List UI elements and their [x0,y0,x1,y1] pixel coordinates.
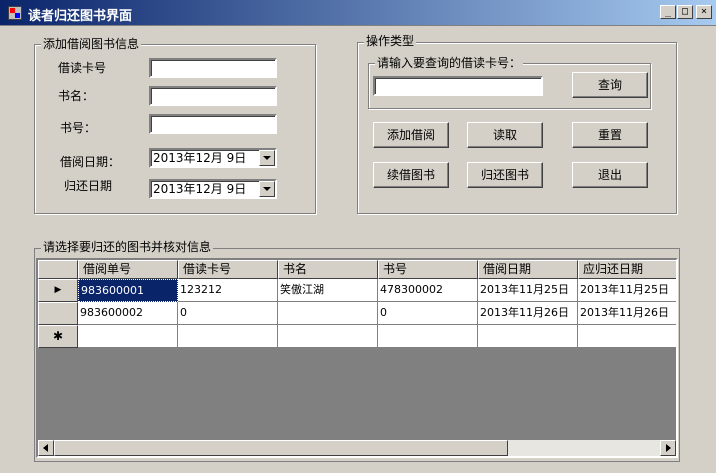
return-date-value: 2013年12月 9日 [153,182,247,196]
read-button[interactable]: 读取 [467,122,543,148]
table-cell[interactable]: 0 [178,302,278,325]
table-cell[interactable] [278,325,378,348]
borrow-date-picker[interactable]: 2013年12月 9日 [149,148,277,168]
table-cell[interactable] [378,325,478,348]
table-row[interactable]: 983600002 0 0 2013年11月26日 2013年11月26日 [38,302,676,325]
table-cell[interactable]: 0 [378,302,478,325]
grid-group-title: 请选择要归还的图书并核对信息 [41,240,214,254]
table-cell[interactable] [478,325,578,348]
table-cell[interactable]: 983600001 [78,279,178,302]
column-header[interactable]: 应归还日期 [578,260,676,279]
reset-button[interactable]: 重置 [572,122,648,148]
grid-corner-header[interactable] [38,260,78,279]
query-card-input[interactable] [373,76,543,96]
column-header[interactable]: 书号 [378,260,478,279]
table-cell[interactable]: 123212 [178,279,278,302]
row-header[interactable] [38,302,78,325]
column-header[interactable]: 借读卡号 [178,260,278,279]
column-header[interactable]: 借阅日期 [478,260,578,279]
new-table-row[interactable]: ✱ [38,325,676,348]
borrow-records-grid[interactable]: 借阅单号 借读卡号 书名 书号 借阅日期 应归还日期 ▶ 983600001 1… [36,258,678,458]
book-name-input[interactable] [149,86,277,106]
horizontal-scrollbar[interactable] [38,440,676,456]
card-number-label: 借读卡号 [58,61,107,75]
table-cell[interactable]: 2013年11月25日 [478,279,578,302]
table-cell[interactable]: 2013年11月26日 [578,302,676,325]
minimize-button[interactable]: _ [660,5,676,19]
borrow-date-label: 借阅日期： [60,155,121,169]
table-cell[interactable]: 478300002 [378,279,478,302]
new-row-indicator[interactable]: ✱ [38,325,78,348]
renew-book-button[interactable]: 续借图书 [373,162,449,188]
column-header[interactable]: 借阅单号 [78,260,178,279]
table-cell[interactable] [78,325,178,348]
app-icon[interactable] [8,6,22,20]
query-button[interactable]: 查询 [572,72,648,98]
title-bar: 读者归还图书界面 _ □ × [0,0,716,26]
table-cell[interactable]: 2013年11月26日 [478,302,578,325]
chevron-right-icon[interactable] [660,440,676,456]
return-book-button[interactable]: 归还图书 [467,162,543,188]
scrollbar-thumb[interactable] [54,440,508,456]
column-header[interactable]: 书名 [278,260,378,279]
grid-header-row: 借阅单号 借读卡号 书名 书号 借阅日期 应归还日期 [38,260,676,279]
chevron-left-icon[interactable] [38,440,54,456]
table-cell[interactable] [178,325,278,348]
borrow-info-group-title: 添加借阅图书信息 [41,37,142,51]
table-cell[interactable] [578,325,676,348]
maximize-button[interactable]: □ [677,5,693,19]
book-number-label: 书号： [60,121,97,135]
book-number-input[interactable] [149,114,277,134]
borrow-date-value: 2013年12月 9日 [153,151,247,165]
chevron-down-icon[interactable] [259,150,275,166]
operation-group-title: 操作类型 [364,34,417,48]
return-date-picker[interactable]: 2013年12月 9日 [149,179,277,199]
chevron-down-icon[interactable] [259,181,275,197]
current-row-indicator[interactable]: ▶ [38,279,78,302]
table-cell[interactable]: 2013年11月25日 [578,279,676,302]
table-cell[interactable] [278,302,378,325]
table-row[interactable]: ▶ 983600001 123212 笑傲江湖 478300002 2013年1… [38,279,676,302]
table-cell[interactable]: 笑傲江湖 [278,279,378,302]
window-title: 读者归还图书界面 [28,9,133,24]
close-button[interactable]: × [696,5,712,19]
query-group-title: 请输入要查询的借读卡号： [375,56,524,70]
exit-button[interactable]: 退出 [572,162,648,188]
card-number-input[interactable] [149,58,277,78]
table-cell[interactable]: 983600002 [78,302,178,325]
book-name-label: 书名： [58,89,95,103]
add-borrow-button[interactable]: 添加借阅 [373,122,449,148]
return-date-label: 归还日期 [64,179,113,193]
